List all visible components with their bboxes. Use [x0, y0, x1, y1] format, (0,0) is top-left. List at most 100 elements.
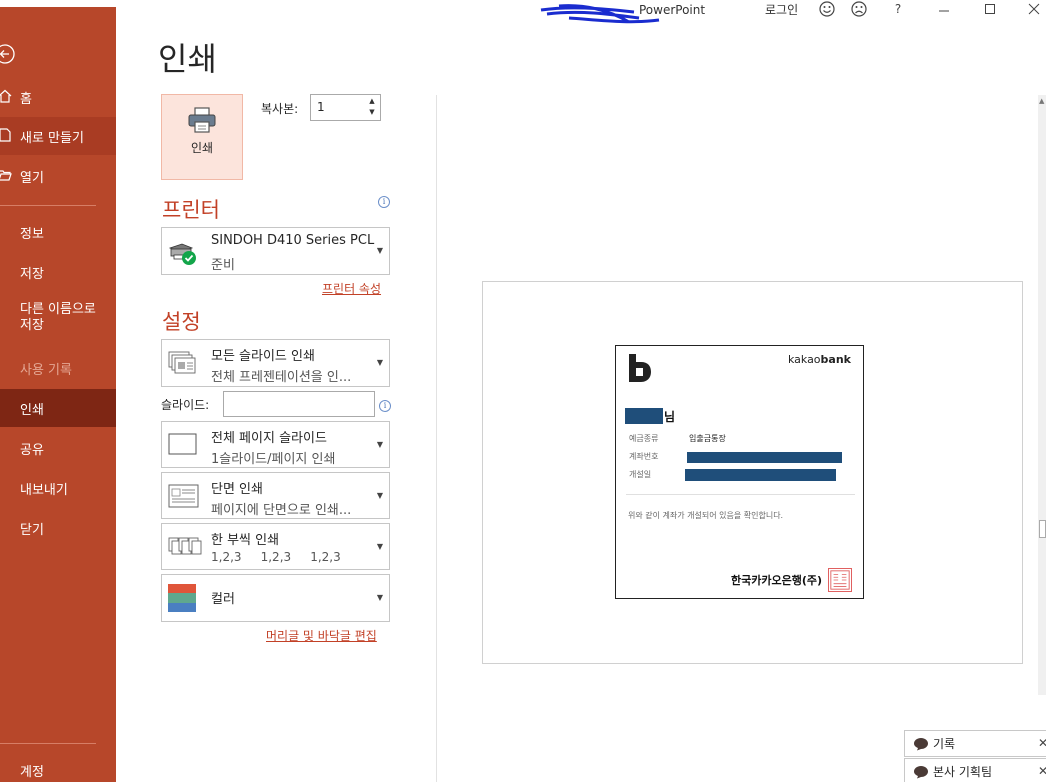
settings-heading: 설정	[162, 310, 201, 334]
slides-input[interactable]	[223, 391, 375, 417]
sidebar-item-account[interactable]: 계정	[0, 751, 116, 782]
print-button[interactable]: 인쇄	[161, 94, 243, 180]
panel-divider	[436, 95, 437, 782]
printer-status: 준비	[211, 258, 235, 273]
color-swatch-icon	[168, 584, 196, 612]
sidebar-item-share[interactable]: 공유	[0, 429, 116, 467]
card-name-suffix: 님	[664, 410, 676, 424]
chat-chip[interactable]: 본사 기획팀 ✕	[904, 758, 1046, 782]
collated-icon	[168, 537, 202, 555]
maximize-icon[interactable]	[978, 0, 1002, 18]
sides-value: 단면 인쇄	[211, 482, 263, 497]
slides-stack-icon	[168, 351, 196, 374]
sidebar-item-save-as[interactable]: 다른 이름으로 저장	[0, 295, 116, 341]
card-field-label: 계좌번호	[629, 452, 659, 461]
backstage-sidebar: 홈 새로 만들기 열기 정보 저장 다른 이름으로 저장 사용 기록 인쇄 공유…	[0, 7, 116, 782]
window-title: PowerPoint	[639, 3, 706, 17]
single-sided-icon	[168, 484, 199, 508]
chat-chip-label: 기록	[933, 737, 956, 751]
sidebar-item-label: 다른 이름으로 저장	[20, 302, 96, 333]
sidebar-item-label: 정보	[20, 226, 44, 242]
account-certificate-card: kakaobank 님 예금종류 입출금통장 계좌번호 개설일 위와 같이 계좌…	[615, 345, 864, 599]
color-dropdown[interactable]: 컬러 ▼	[161, 574, 390, 622]
sidebar-item-home[interactable]: 홈	[0, 78, 116, 116]
scroll-up-icon[interactable]: ▲	[1039, 97, 1044, 105]
seal-stamp-icon	[828, 568, 852, 592]
card-bank-name: 한국카카오은행(주)	[731, 574, 823, 587]
chat-bubble-icon	[914, 737, 928, 750]
printer-dropdown[interactable]: SINDOH D410 Series PCL 준비 ▼	[161, 227, 390, 275]
printer-ready-icon	[168, 243, 196, 265]
sidebar-item-label: 공유	[20, 442, 44, 458]
preview-scrollbar[interactable]	[1038, 95, 1046, 695]
sidebar-item-label: 인쇄	[20, 402, 44, 418]
layout-dropdown[interactable]: 전체 페이지 슬라이드 1슬라이드/페이지 인쇄 ▼	[161, 421, 390, 468]
full-page-slide-icon	[168, 433, 197, 455]
print-range-description: 전체 프레젠테이션을 인...	[211, 370, 352, 385]
collate-value: 한 부씩 인쇄	[211, 533, 280, 548]
sidebar-divider	[0, 205, 96, 206]
home-icon	[0, 89, 12, 103]
print-button-label: 인쇄	[190, 141, 214, 155]
kakaobank-logo-icon	[629, 354, 651, 382]
printer-properties-link[interactable]: 프린터 속성	[322, 280, 381, 297]
close-icon[interactable]	[1022, 0, 1046, 18]
sides-description: 페이지에 단면으로 인쇄...	[211, 503, 352, 518]
new-file-icon	[0, 128, 11, 142]
chat-bubble-icon	[914, 765, 928, 778]
sidebar-item-new[interactable]: 새로 만들기	[0, 117, 116, 155]
card-brand: kakaobank	[787, 353, 851, 366]
print-range-dropdown[interactable]: 모든 슬라이드 인쇄 전체 프레젠테이션을 인... ▼	[161, 339, 390, 387]
card-divider	[626, 494, 855, 495]
account-number-redaction	[687, 452, 842, 463]
printer-heading: 프린터	[162, 198, 220, 222]
collate-dropdown[interactable]: 한 부씩 인쇄 1,2,3 1,2,3 1,2,3 ▼	[161, 523, 390, 570]
sidebar-item-label: 홈	[20, 91, 32, 107]
login-link[interactable]: 로그인	[765, 1, 798, 18]
back-arrow-icon[interactable]	[0, 43, 16, 65]
minimize-icon[interactable]	[932, 0, 956, 18]
sidebar-item-save[interactable]: 저장	[0, 253, 116, 291]
sidebar-item-label: 새로 만들기	[20, 130, 84, 146]
sidebar-item-open[interactable]: 열기	[0, 157, 116, 195]
sidebar-item-info[interactable]: 정보	[0, 213, 116, 251]
printer-name: SINDOH D410 Series PCL	[211, 233, 375, 248]
copies-spinner[interactable]: ▲ ▼	[366, 96, 378, 118]
color-value: 컬러	[211, 592, 235, 607]
sidebar-item-history[interactable]: 사용 기록	[0, 349, 116, 387]
name-redaction	[625, 408, 663, 424]
chat-chip[interactable]: 기록 ✕	[904, 730, 1046, 757]
smiley-icon[interactable]	[815, 0, 839, 18]
open-date-redaction	[685, 469, 836, 481]
sidebar-item-label: 저장	[20, 266, 44, 282]
sidebar-item-print[interactable]: 인쇄	[0, 389, 116, 427]
collate-description: 1,2,3 1,2,3 1,2,3	[211, 550, 341, 564]
chevron-down-icon: ▼	[376, 491, 383, 500]
close-icon[interactable]: ✕	[1038, 736, 1046, 750]
slides-label: 슬라이드:	[161, 398, 210, 412]
card-field-value: 입출금통장	[689, 434, 726, 443]
help-icon[interactable]: ?	[886, 0, 910, 18]
sidebar-item-label: 내보내기	[20, 482, 68, 498]
sidebar-item-label: 계정	[20, 764, 44, 780]
info-icon[interactable]: i	[379, 400, 391, 412]
layout-description: 1슬라이드/페이지 인쇄	[211, 452, 336, 467]
printer-icon	[188, 107, 216, 133]
chevron-down-icon: ▼	[376, 593, 383, 602]
close-icon[interactable]: ✕	[1038, 764, 1046, 778]
scrollbar-thumb[interactable]	[1039, 520, 1046, 538]
card-field-label: 예금종류	[629, 434, 659, 443]
sidebar-item-export[interactable]: 내보내기	[0, 469, 116, 507]
sidebar-item-label: 열기	[20, 170, 44, 186]
sidebar-item-label: 사용 기록	[20, 362, 72, 378]
frown-icon[interactable]	[847, 0, 871, 18]
sides-dropdown[interactable]: 단면 인쇄 페이지에 단면으로 인쇄... ▼	[161, 472, 390, 519]
chat-chip-label: 본사 기획팀	[933, 765, 993, 779]
sidebar-divider	[0, 743, 96, 744]
info-icon[interactable]: i	[378, 196, 390, 208]
header-footer-link[interactable]: 머리글 및 바닥글 편집	[266, 627, 377, 644]
chevron-down-icon: ▼	[376, 440, 383, 449]
print-range-value: 모든 슬라이드 인쇄	[211, 349, 315, 364]
sidebar-item-close[interactable]: 닫기	[0, 509, 116, 547]
chevron-down-icon: ▼	[376, 358, 383, 367]
